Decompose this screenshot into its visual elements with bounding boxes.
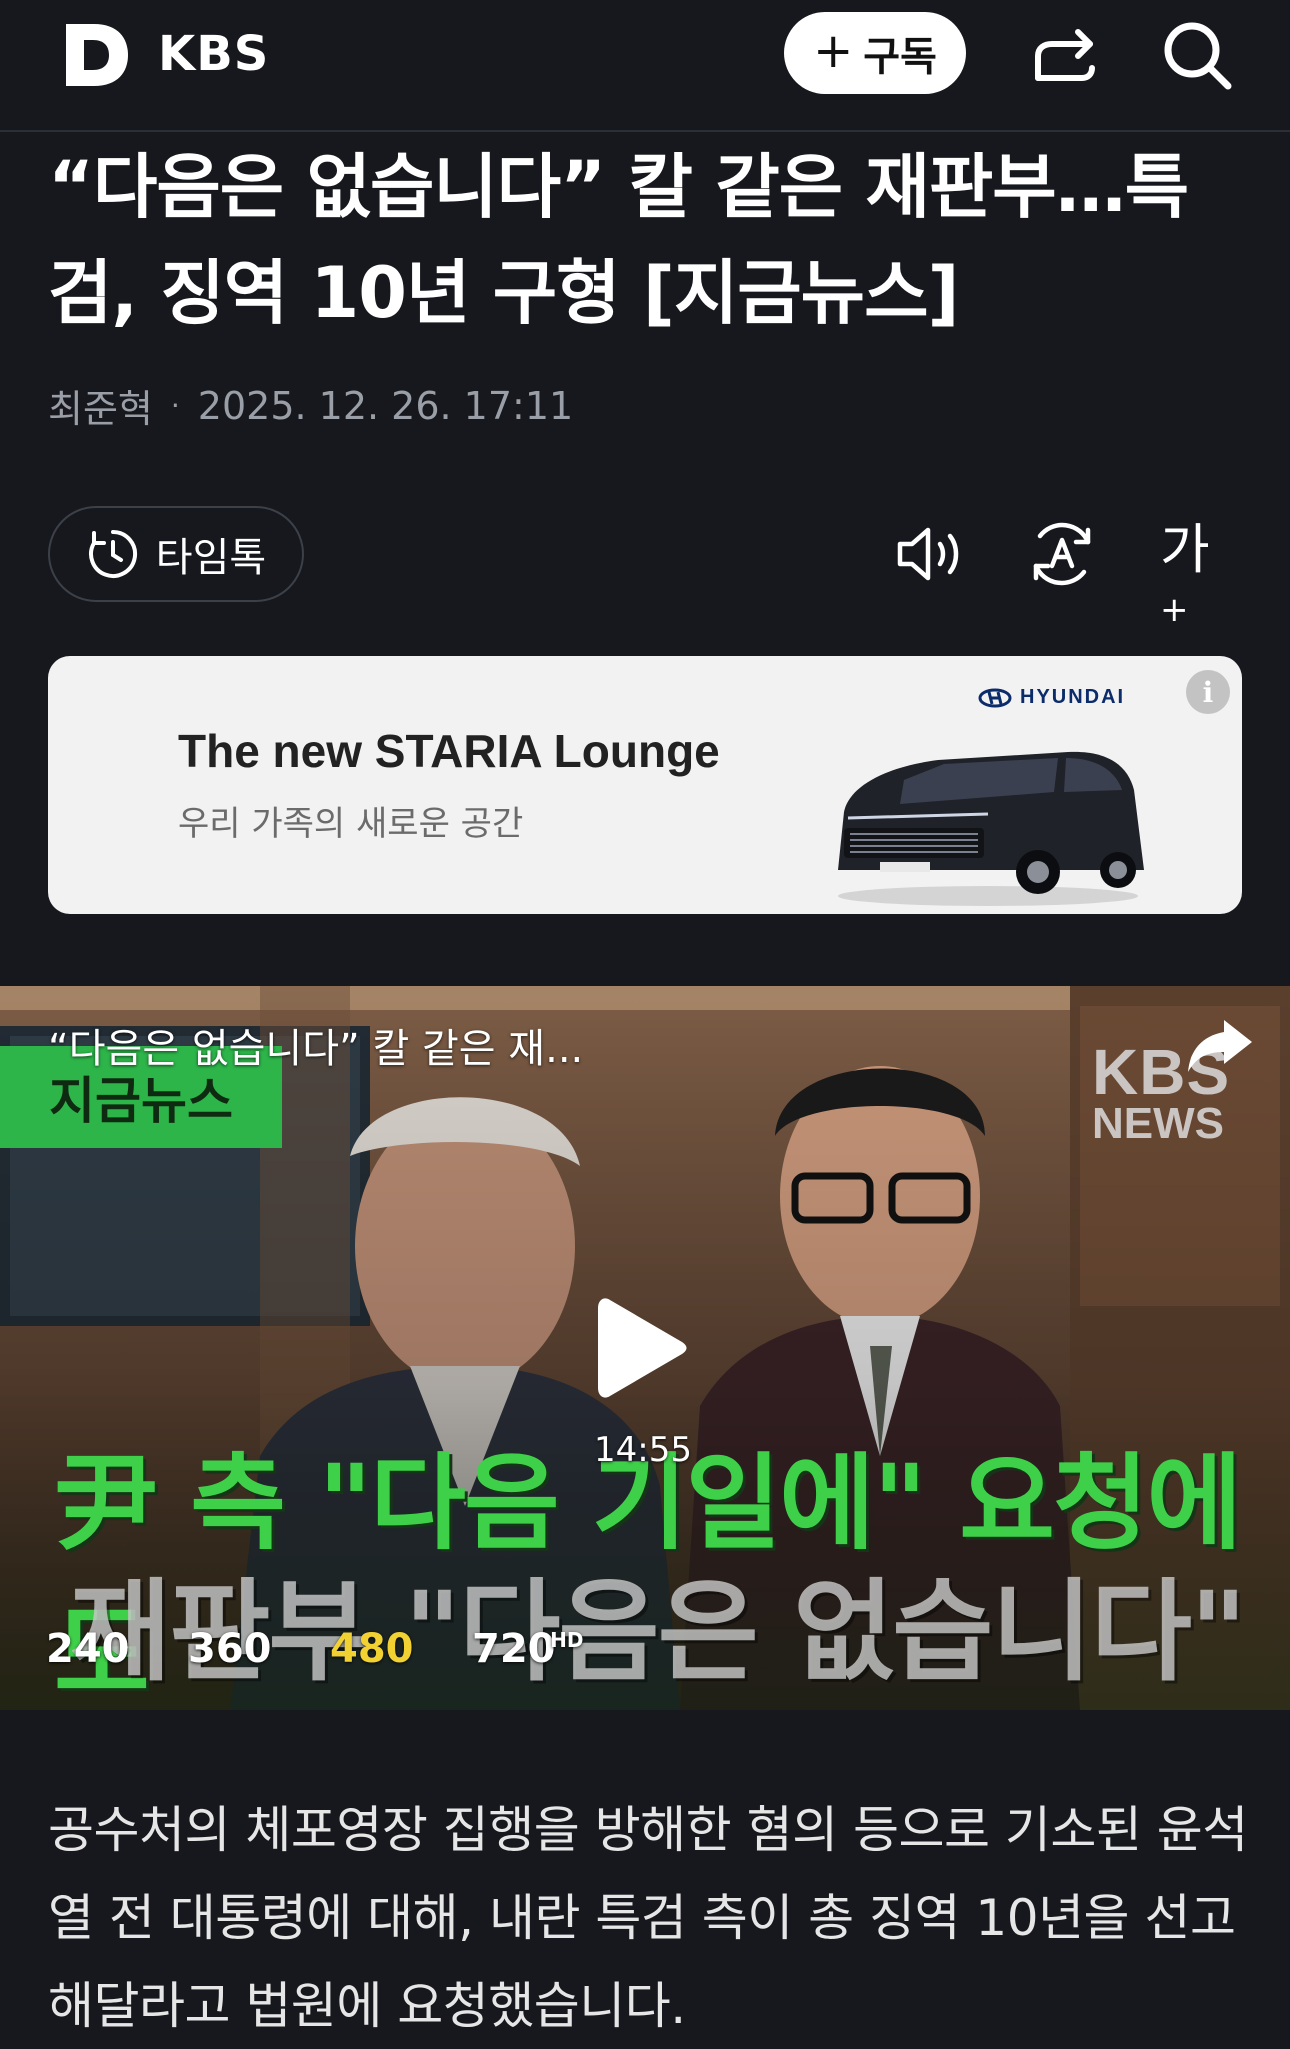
publish-datetime: 2025. 12. 26. 17:11: [197, 383, 574, 428]
subscribe-button[interactable]: + 구독: [784, 12, 966, 94]
clock-icon: [88, 530, 137, 578]
share-arrow-icon[interactable]: [1186, 1016, 1254, 1074]
article-headline: “다음은 없습니다” 칼 같은 재판부…특검, 징역 10년 구형 [지금뉴스]: [48, 146, 1189, 334]
video-caption-line2: 재판부 "다음은 없습니다": [70, 1568, 1247, 1696]
ad-brand-name: HYUNDAI: [1020, 686, 1126, 708]
subscribe-label: 구독: [863, 34, 937, 80]
article-page: KBS + 구독 “다음은 없습니다” 칼 같은 재판부…특검, 징역 10년 …: [0, 0, 1290, 2049]
video-title: “다음은 없습니다” 칼 같은 재...: [48, 1026, 584, 1072]
timetalk-button[interactable]: 타임톡: [48, 506, 304, 602]
author-name[interactable]: 최준혁: [48, 378, 153, 433]
ad-title: The new STARIA Lounge: [178, 725, 720, 777]
ad-brand: HYUNDAI: [978, 686, 1125, 709]
quality-720[interactable]: 720 HD: [472, 1626, 584, 1672]
share-icon[interactable]: [1030, 22, 1100, 88]
ad-info-icon[interactable]: i: [1186, 670, 1230, 714]
article-meta: 최준혁 · 2025. 12. 26. 17:11: [48, 378, 573, 433]
quality-selector: 240 360 480 720 HD: [46, 1626, 584, 1672]
quality-240[interactable]: 240: [46, 1626, 188, 1672]
auto-translate-icon[interactable]: [1026, 520, 1098, 588]
speaker-icon[interactable]: [894, 520, 966, 588]
meta-separator: ·: [170, 389, 180, 422]
quality-720-label: 720: [472, 1626, 556, 1672]
video-player[interactable]: 지금뉴스 KBS NEWS “다음은 없습니다” 칼 같은 재... 尹 측 "…: [0, 986, 1290, 1710]
play-icon[interactable]: [596, 1292, 688, 1404]
daum-logo-icon[interactable]: [62, 20, 132, 90]
top-bar: KBS + 구독: [0, 0, 1290, 132]
channel-watermark-line2: NEWS: [1092, 1098, 1224, 1148]
font-plus-icon: +: [1160, 590, 1189, 630]
ad-subtitle: 우리 가족의 새로운 공간: [178, 804, 524, 844]
timetalk-label: 타임톡: [155, 535, 267, 581]
font-size-button[interactable]: 가+: [1160, 516, 1232, 630]
publisher-name[interactable]: KBS: [158, 24, 269, 84]
hyundai-logo-icon: [978, 688, 1012, 707]
hd-badge: HD: [550, 1628, 584, 1652]
quality-360[interactable]: 360: [188, 1626, 330, 1672]
search-icon[interactable]: [1160, 18, 1234, 92]
plus-icon: +: [813, 23, 854, 79]
video-duration: 14:55: [594, 1430, 692, 1470]
van-image: [838, 751, 1144, 906]
quality-480[interactable]: 480: [330, 1626, 472, 1672]
article-body: 공수처의 체포영장 집행을 방해한 혐의 등으로 기소된 윤석열 전 대통령에 …: [48, 1801, 1248, 2035]
font-size-label: 가: [1160, 518, 1210, 581]
advertisement-banner[interactable]: The new STARIA Lounge 우리 가족의 새로운 공간 HYUN…: [48, 656, 1242, 914]
